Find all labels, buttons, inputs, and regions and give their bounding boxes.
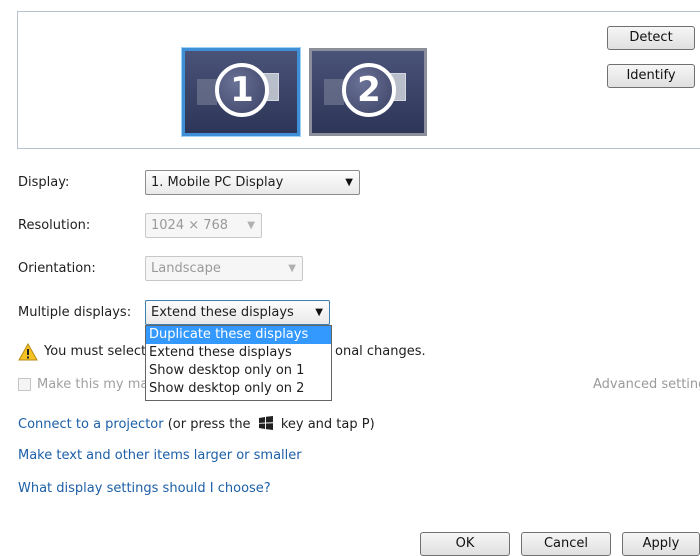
warning-text-right: onal changes.: [335, 344, 426, 359]
display-select[interactable]: 1. Mobile PC Display ▼: [145, 170, 360, 195]
projector-row: Connect to a projector (or press the key…: [18, 416, 375, 432]
display-label: Display:: [18, 175, 70, 190]
resolution-select-value: 1024 × 768: [151, 218, 229, 233]
orientation-select-value: Landscape: [151, 261, 221, 276]
warning-icon: [18, 343, 38, 361]
multiple-displays-select-value: Extend these displays: [151, 305, 294, 320]
dropdown-option-show-only-1[interactable]: Show desktop only on 1: [146, 362, 331, 380]
windows-logo-icon: [258, 416, 273, 430]
make-main-display-checkbox: [18, 378, 31, 391]
multiple-displays-label: Multiple displays:: [18, 305, 132, 320]
dropdown-option-extend[interactable]: Extend these displays: [146, 344, 331, 362]
display-select-value: 1. Mobile PC Display: [151, 175, 284, 190]
monitor-window-shape: [324, 79, 344, 105]
ok-button[interactable]: OK: [420, 532, 510, 556]
multiple-displays-select[interactable]: Extend these displays ▼: [145, 300, 330, 325]
chevron-down-icon: ▼: [247, 220, 255, 231]
multiple-displays-dropdown-list[interactable]: Duplicate these displays Extend these di…: [145, 325, 332, 401]
advanced-settings-link[interactable]: Advanced setting: [593, 377, 700, 392]
orientation-label: Orientation:: [18, 261, 96, 276]
warning-text-left: You must select: [44, 344, 147, 359]
display-help-link[interactable]: What display settings should I choose?: [18, 481, 271, 496]
connect-projector-link[interactable]: Connect to a projector: [18, 417, 164, 432]
detect-button[interactable]: Detect: [607, 26, 695, 50]
resolution-label: Resolution:: [18, 218, 91, 233]
dropdown-option-show-only-2[interactable]: Show desktop only on 2: [146, 380, 331, 398]
chevron-down-icon: ▼: [315, 307, 323, 318]
apply-button[interactable]: Apply: [622, 532, 700, 556]
orientation-select: Landscape ▼: [145, 256, 303, 281]
resolution-select: 1024 × 768 ▼: [145, 213, 262, 238]
chevron-down-icon: ▼: [288, 263, 296, 274]
identify-button[interactable]: Identify: [607, 64, 695, 88]
monitor-1[interactable]: 1: [182, 48, 300, 136]
display-preview-area[interactable]: 1 2: [17, 11, 700, 149]
monitor-number-2: 2: [342, 63, 396, 117]
dropdown-option-duplicate[interactable]: Duplicate these displays: [146, 326, 331, 344]
monitor-window-shape: [197, 79, 217, 105]
make-main-display-label: Make this my ma: [37, 377, 149, 392]
projector-hint-text-a: (or press the: [163, 417, 255, 432]
cancel-button[interactable]: Cancel: [521, 532, 611, 556]
monitor-number-1: 1: [215, 63, 269, 117]
monitor-2[interactable]: 2: [309, 48, 427, 136]
chevron-down-icon: ▼: [345, 177, 353, 188]
text-size-link[interactable]: Make text and other items larger or smal…: [18, 448, 302, 463]
projector-hint-text-b: key and tap P): [276, 417, 375, 432]
